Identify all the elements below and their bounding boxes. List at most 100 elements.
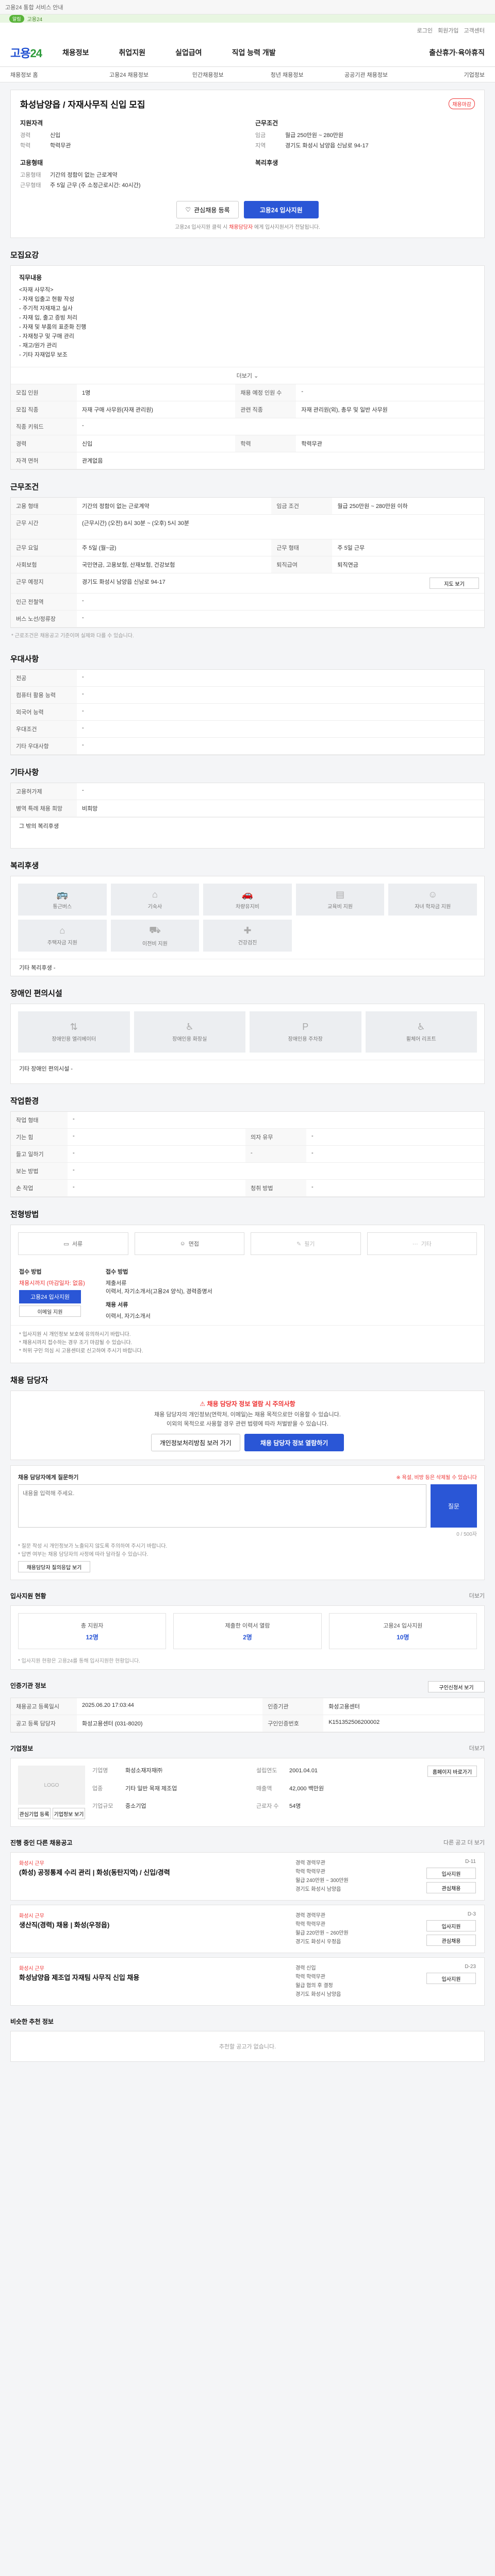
job-summary-card: 화성남양읍 / 자재사무직 신입 모집 채용마감 지원자격 경력 신입 학력 학력무… <box>10 90 485 238</box>
row-key: 채용 예정 인원 수 <box>235 384 296 401</box>
subnav-item-youth[interactable]: 청년 채용정보 <box>248 71 326 79</box>
row-value: 기간의 정함이 없는 근로계약 <box>77 498 272 515</box>
row-value: 비희망 <box>77 800 484 817</box>
list-item[interactable]: 화성시 근무 생산직(경력) 채용 | 화성(우정읍) 경력 경력무관 학력 학력무… <box>10 1905 485 1953</box>
gnb-item-support[interactable]: 취업지원 <box>119 47 146 58</box>
welfare-grid: 🚌 통근버스 ⌂ 기숙사 🚗 차량유지비 ▤ 교육비 지원 ☺ 자녀 학자금 지원 ⌂ 주택… <box>11 876 484 959</box>
site-logo[interactable]: 고용24 <box>10 44 42 61</box>
more-link[interactable]: 더보기 <box>469 1591 485 1600</box>
row-key: 임금 조건 <box>271 498 333 515</box>
recruit-section: 직무내용 <자재 사무직> - 자재 입출고 현황 작성 - 주기적 자재재고 … <box>10 265 485 470</box>
row-key: 경력 <box>11 435 77 452</box>
homepage-button[interactable]: 홈페이지 바로가기 <box>427 1766 477 1777</box>
tile-label: 이전비 지원 <box>142 941 168 947</box>
process-apply-button[interactable]: 고용24 입사지원 <box>19 1290 81 1303</box>
welfare-tile: ☺ 자녀 학자금 지원 <box>388 884 477 916</box>
kv-value: 주 5일 근무 (주 소정근로시간: 40시간) <box>50 182 141 189</box>
gnb-item-training[interactable]: 직업 능력 개발 <box>232 47 276 58</box>
row-value: - <box>306 1145 484 1163</box>
row-value: 학력무관 <box>296 435 484 452</box>
qa-header: 채용 담당자에게 질문하기 ※ 욕설, 비방 등은 삭제될 수 있습니다 <box>18 1473 477 1481</box>
signup-link[interactable]: 회원가입 <box>438 26 458 35</box>
similar-header: 비슷한 추천 정보 <box>10 2017 485 2026</box>
pref-table: 전공 - 컴퓨터 활용 능력 - 외국어 능력 - 우대조건 - 기타 우대사항 - <box>11 670 484 755</box>
subnav-item-company[interactable]: 기업정보 <box>406 71 484 79</box>
subnav-item-goyong24[interactable]: 고용24 채용정보 <box>89 71 168 79</box>
rec-title[interactable]: 생산직(경력) 채용 | 화성(우정읍) <box>19 1921 295 1930</box>
privacy-policy-button[interactable]: 개인정보처리방침 보러 가기 <box>151 1434 240 1451</box>
meta-line: 경기도 화성시 우정읍 <box>295 1939 341 1945</box>
note-line: * 허위 구인 의심 시 고용센터로 신고하여 주시기 바랍니다. <box>19 1348 143 1354</box>
rec-title[interactable]: 화성남양읍 제조업 자재팀 사무직 신입 채용 <box>19 1973 295 1982</box>
section-title: 기타사항 <box>10 768 39 777</box>
row-value: - <box>68 1162 484 1180</box>
rec-company: 화성시 근무 <box>19 1861 44 1867</box>
subnav-item-public[interactable]: 공공기관 채용정보 <box>326 71 405 79</box>
rec-meta: 경력 경력무관 학력 학력무관 월급 220만원 ~ 260만원 경기도 화성시 우정… <box>295 1911 424 1946</box>
row-key: 모집 직종 <box>11 401 77 418</box>
subnav-item-home[interactable]: 채용정보 홈 <box>10 71 89 79</box>
kv-key: 근로자 수 <box>256 1803 279 1810</box>
qa-section: 채용 담당자에게 질문하기 ※ 욕설, 비방 등은 삭제될 수 있습니다 질문 0… <box>10 1465 485 1580</box>
more-label: 더보기 <box>236 373 253 379</box>
email-apply-button[interactable]: 이메일 지원 <box>19 1306 81 1317</box>
company-detail-button[interactable]: 기업정보 보기 <box>53 1808 85 1819</box>
row-key: 기타 우대사항 <box>11 737 77 755</box>
list-item[interactable]: 화성시 근무 화성남양읍 제조업 자재팀 사무직 신입 채용 경력 신입 학력 학력… <box>10 1957 485 2006</box>
rec-bookmark-button[interactable]: 관심채용 <box>426 1882 476 1893</box>
facility-tile: ⇅ 장애인용 엘리베이터 <box>18 1011 130 1053</box>
condition-col: 근무조건 임금 월급 250만원 ~ 280만원 지역 경기도 화성시 남양읍 신남… <box>255 118 475 191</box>
table-row: 컴퓨터 활용 능력 - <box>11 686 484 704</box>
welfare-label: 복리후생 <box>255 159 278 166</box>
parking-icon: P <box>302 1022 309 1032</box>
company-bookmark-button[interactable]: 관심기업 등록 <box>18 1808 51 1819</box>
qa-note-line: * 답변 여부는 채용 담당자의 사정에 따라 달라질 수 있습니다. <box>18 1552 148 1557</box>
step-label: 서류 <box>72 1241 83 1247</box>
subnav-item-private[interactable]: 민간채용정보 <box>169 71 248 79</box>
kv-key: 임금 <box>255 132 266 139</box>
qualification-label: 지원자격 <box>20 120 43 127</box>
row-key: 전공 <box>11 670 77 687</box>
banner-text: 고용24 <box>27 16 43 23</box>
print-button[interactable]: 구인신청서 보기 <box>428 1681 485 1692</box>
stat-card: 제출한 이력서 열람 2명 <box>173 1613 322 1649</box>
table-row: 모집 직종 자재 구매 사무원(자재 관리원) 관련 직종 자재 관리원(외), 총무… <box>11 401 484 418</box>
list-item[interactable]: 화성시 근무 (화성) 공정통제 수리 관리 | 화성(동탄지역) / 신입/경력… <box>10 1852 485 1901</box>
more-link[interactable]: 다른 공고 더 보기 <box>443 1838 485 1847</box>
question-submit-button[interactable]: 질문 <box>431 1484 477 1528</box>
rec-title[interactable]: (화성) 공정통제 수리 관리 | 화성(동탄지역) / 신입/경력 <box>19 1868 295 1877</box>
duty-line: <자재 사무직> <box>19 287 54 293</box>
gnb-item-leave[interactable]: 출산휴가·육아휴직 <box>429 47 485 58</box>
question-input[interactable] <box>18 1484 426 1528</box>
work-table: 고용 형태 기간의 정함이 없는 근로계약 임금 조건 월급 250만원 ~ 280만… <box>11 498 484 628</box>
bookmark-button[interactable]: ♡ 관심채용 등록 <box>176 201 239 218</box>
login-link[interactable]: 로그인 <box>417 26 433 35</box>
gnb-item-jobs[interactable]: 채용정보 <box>62 47 89 58</box>
row-value: K151352506200002 <box>323 1715 484 1732</box>
more-link[interactable]: 더보기 <box>469 1744 485 1753</box>
view-contact-button[interactable]: 채용 담당자 정보 열람하기 <box>244 1434 344 1451</box>
map-button[interactable]: 지도 보기 <box>430 578 479 589</box>
service-banner[interactable]: 알림 고용24 <box>0 14 495 23</box>
row-value: 관계없음 <box>77 452 484 469</box>
tile-label: 통근버스 <box>53 904 72 910</box>
note-line: * 입사지원 시 개인정보 보호에 유의하시기 바랍니다. <box>19 1332 131 1337</box>
row-key: 고용허가제 <box>11 783 77 800</box>
rec-apply-button[interactable]: 입사지원 <box>426 1868 476 1879</box>
rec-apply-button[interactable]: 입사지원 <box>426 1920 476 1931</box>
bus-icon: 🚌 <box>56 889 68 900</box>
more-toggle[interactable]: 더보기 ⌄ <box>11 367 484 384</box>
qa-list-button[interactable]: 채용담당자 질의응답 보기 <box>18 1561 90 1572</box>
row-key: 근무 예정지 <box>11 573 77 594</box>
apply-status-section: 총 지원자 12명 제출한 이력서 열람 2명 고용24 입사지원 10명 * 입사지… <box>10 1605 485 1670</box>
gnb-item-benefit[interactable]: 실업급여 <box>175 47 202 58</box>
table-row: 근무 예정지 경기도 화성시 남양읍 신남로 94-17 지도 보기 <box>11 573 484 594</box>
rec-apply-button[interactable]: 입사지원 <box>426 1973 476 1984</box>
rec-bookmark-button[interactable]: 관심채용 <box>426 1935 476 1946</box>
apply-button[interactable]: 고용24 입사지원 <box>243 201 319 218</box>
welfare-tile: ⌂ 주택자금 지원 <box>18 920 107 952</box>
meta-line: 월급 220만원 ~ 260만원 <box>295 1930 349 1936</box>
contact-section: ⚠ 채용 담당자 정보 열람 시 주의사항 채용 담당자의 개인정보(연락처, … <box>10 1391 485 1460</box>
help-link[interactable]: 고객센터 <box>464 26 485 35</box>
row-value: 월급 250만원 ~ 280만원 이하 <box>332 498 484 515</box>
